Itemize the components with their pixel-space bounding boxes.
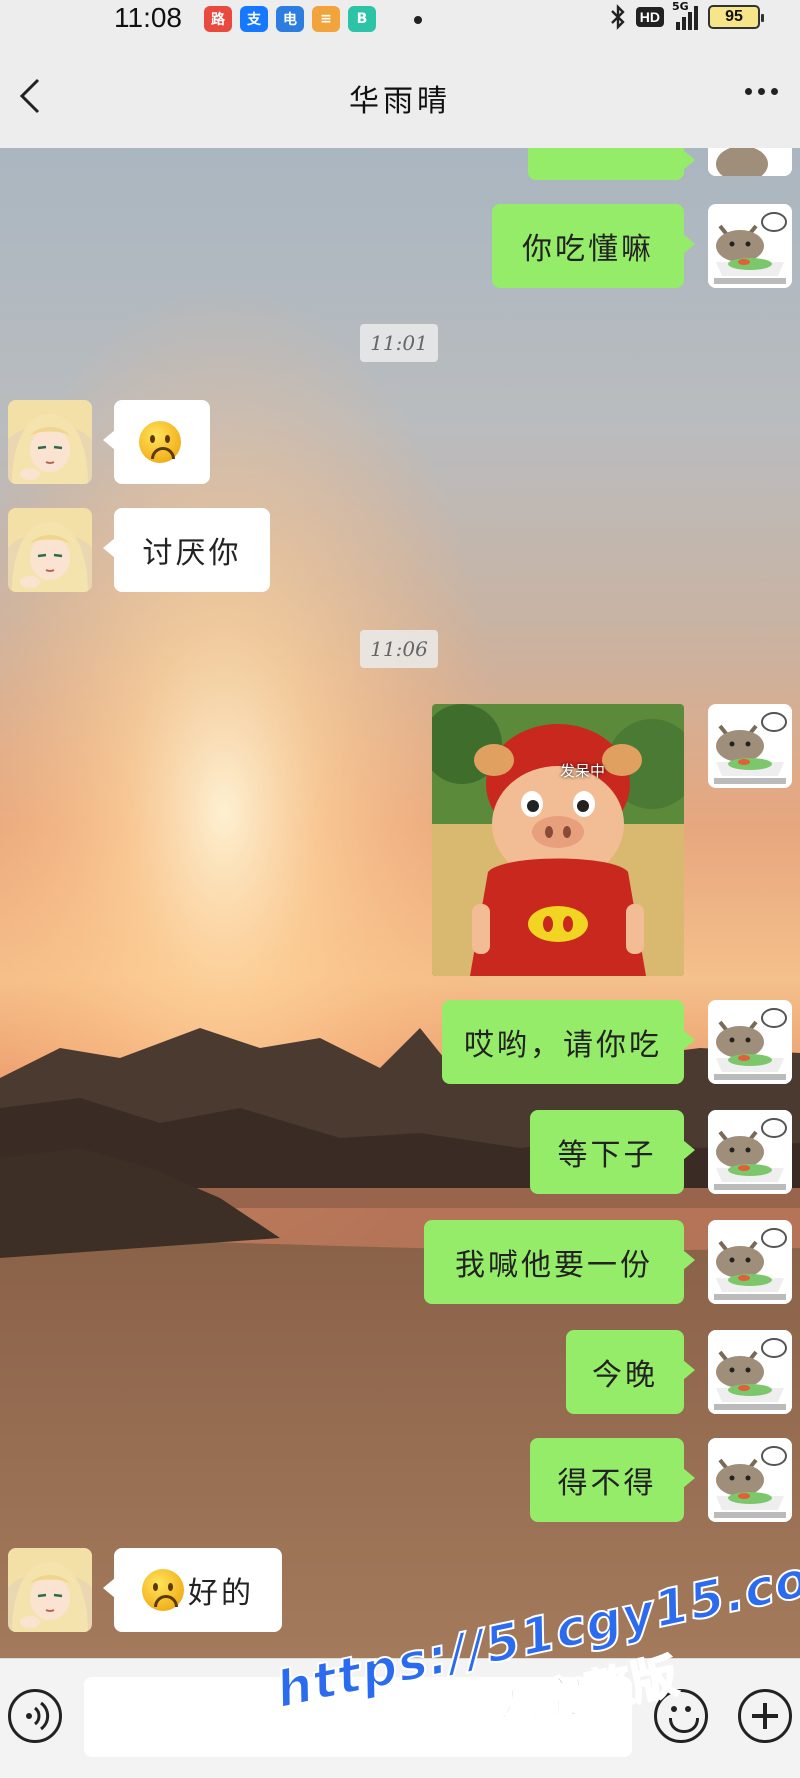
self-avatar[interactable] bbox=[708, 1220, 792, 1304]
notification-dot-icon bbox=[414, 16, 422, 24]
boss-app-icon: B bbox=[348, 6, 376, 32]
status-bar: 11:08 路 支 电 ≡ B HD 5G 95 bbox=[0, 0, 800, 40]
map-app-icon: 路 bbox=[204, 6, 232, 32]
sad-emoji-icon bbox=[142, 1569, 184, 1611]
voice-icon bbox=[26, 1701, 50, 1731]
more-options-icon[interactable] bbox=[745, 88, 778, 95]
signal-icon: 5G bbox=[672, 0, 698, 30]
telecom-app-icon: 电 bbox=[276, 6, 304, 32]
message-bubble[interactable]: 你吃懂嘛 bbox=[492, 204, 695, 288]
peer-avatar[interactable] bbox=[8, 508, 92, 592]
sad-emoji-icon bbox=[139, 421, 181, 463]
self-avatar[interactable] bbox=[708, 704, 792, 788]
alipay-app-icon: 支 bbox=[240, 6, 268, 32]
self-avatar[interactable] bbox=[708, 1330, 792, 1414]
message-bubble[interactable]: 今晚 bbox=[566, 1330, 695, 1414]
message-bubble[interactable]: 好的 bbox=[103, 1548, 282, 1632]
self-avatar[interactable] bbox=[708, 148, 792, 176]
message-bubble[interactable]: 讨厌你 bbox=[103, 508, 270, 592]
notification-app-icons: 路 支 电 ≡ B bbox=[204, 6, 376, 32]
battery-icon: 95 bbox=[708, 5, 764, 29]
message-bubble[interactable]: 得不得 bbox=[530, 1438, 695, 1522]
message-bubble[interactable]: 等下子 bbox=[530, 1110, 695, 1194]
self-avatar[interactable] bbox=[708, 1000, 792, 1084]
message-input[interactable] bbox=[84, 1677, 632, 1757]
message-list: 你吃懂嘛 11:01 讨厌你 11:06 发呆中 哎哟，请你吃 等下子 我喊他要… bbox=[0, 148, 800, 1658]
input-bar bbox=[0, 1658, 800, 1778]
peer-avatar[interactable] bbox=[8, 400, 92, 484]
message-bubble[interactable]: 哎哟，请你吃 bbox=[442, 1000, 695, 1084]
voice-input-button[interactable] bbox=[8, 1689, 62, 1743]
hd-badge: HD bbox=[635, 7, 664, 27]
network-label: 5G bbox=[672, 0, 689, 13]
chat-contact-name: 华雨晴 bbox=[349, 84, 451, 119]
more-actions-button[interactable] bbox=[738, 1689, 792, 1743]
status-indicators: HD 5G 95 bbox=[610, 0, 764, 30]
self-avatar[interactable] bbox=[708, 1110, 792, 1194]
message-bubble[interactable]: 我喊他要一份 bbox=[424, 1220, 695, 1304]
status-time: 11:08 bbox=[114, 2, 182, 33]
title-bar: 华雨晴 bbox=[0, 40, 800, 148]
message-bubble[interactable] bbox=[103, 400, 210, 484]
peer-avatar[interactable] bbox=[8, 1548, 92, 1632]
message-timestamp: 11:06 bbox=[360, 630, 438, 668]
sticker-caption: 发呆中 bbox=[560, 762, 606, 780]
emoji-button[interactable] bbox=[654, 1689, 708, 1743]
message-bubble-partial[interactable] bbox=[528, 148, 695, 180]
battery-level: 95 bbox=[725, 8, 743, 25]
message-timestamp: 11:01 bbox=[360, 324, 438, 362]
pig-sticker-image[interactable]: 发呆中 bbox=[432, 704, 684, 976]
bluetooth-icon bbox=[610, 4, 625, 30]
chat-area[interactable]: 你吃懂嘛 11:01 讨厌你 11:06 发呆中 哎哟，请你吃 等下子 我喊他要… bbox=[0, 148, 800, 1658]
card-app-icon: ≡ bbox=[312, 6, 340, 32]
self-avatar[interactable] bbox=[708, 204, 792, 288]
self-avatar[interactable] bbox=[708, 1438, 792, 1522]
